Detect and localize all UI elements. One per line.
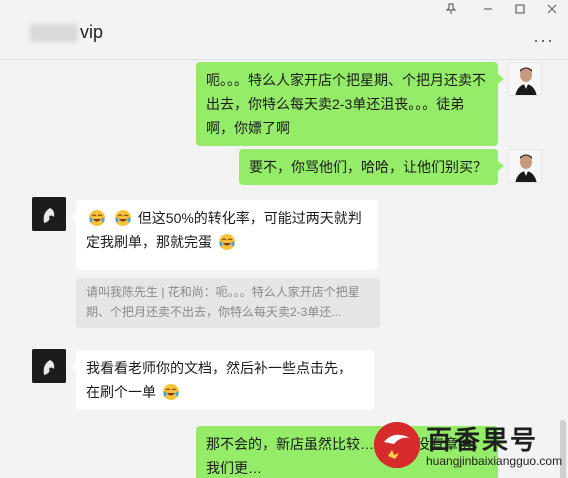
maximize-icon[interactable] [506, 3, 534, 19]
watermark-logo [374, 422, 420, 468]
message-bubble-outgoing[interactable]: 要不，你骂他们，哈哈，让他们别买？ [239, 149, 504, 185]
crying-laughing-emoji [218, 233, 236, 251]
more-icon[interactable]: ··· [533, 30, 554, 51]
quote-text: 请叫我陈先生 | 花和尚：呃。。。特么人家开店个把星期、个把月还卖不出去，你特么… [86, 285, 360, 319]
crying-laughing-emoji [88, 209, 106, 227]
crying-laughing-emoji [114, 209, 132, 227]
watermark-brand: 百香果号 [426, 426, 539, 456]
avatar[interactable] [32, 349, 66, 383]
watermark-url: huangjinbaixiangguo.com [426, 454, 563, 468]
minimize-icon[interactable] [474, 3, 502, 19]
message-bubble-incoming[interactable]: 我看看老师你的文档，然后补一些点击先，在刷个一单 [70, 350, 374, 410]
close-icon[interactable] [538, 3, 566, 19]
watermark: 百香果号 huangjinbaixiangguo.com [370, 416, 568, 478]
message-bubble-outgoing[interactable]: 呃。。。特么人家开店个把星期、个把月还卖不出去，你特么每天卖2-3单还沮丧。。。… [196, 62, 504, 146]
avatar[interactable] [508, 149, 542, 183]
blurred-name [30, 24, 78, 42]
avatar[interactable] [508, 62, 542, 96]
message-text: 要不，你骂他们，哈哈，让他们别买？ [249, 159, 487, 175]
message-text: 呃。。。特么人家开店个把星期、个把月还卖不出去，你特么每天卖2-3单还沮丧。。。… [206, 72, 486, 136]
pin-icon[interactable] [437, 3, 465, 19]
message-text: 我看看老师你的文档，然后补一些点击先，在刷个一单 [86, 360, 352, 400]
avatar[interactable] [32, 197, 66, 231]
crying-laughing-emoji [162, 383, 180, 401]
chat-header: vip ··· [0, 0, 568, 60]
chat-title: vip [80, 22, 104, 42]
quoted-message[interactable]: 请叫我陈先生 | 花和尚：呃。。。特么人家开店个把星期、个把月还卖不出去，你特么… [76, 278, 380, 328]
message-text: 定我刷单，那就完蛋 [86, 234, 212, 250]
message-text: 但这50%的转化率，可能过两天就判 [137, 210, 362, 226]
message-bubble-incoming[interactable]: 但这50%的转化率，可能过两天就判 定我刷单，那就完蛋 [70, 200, 378, 270]
